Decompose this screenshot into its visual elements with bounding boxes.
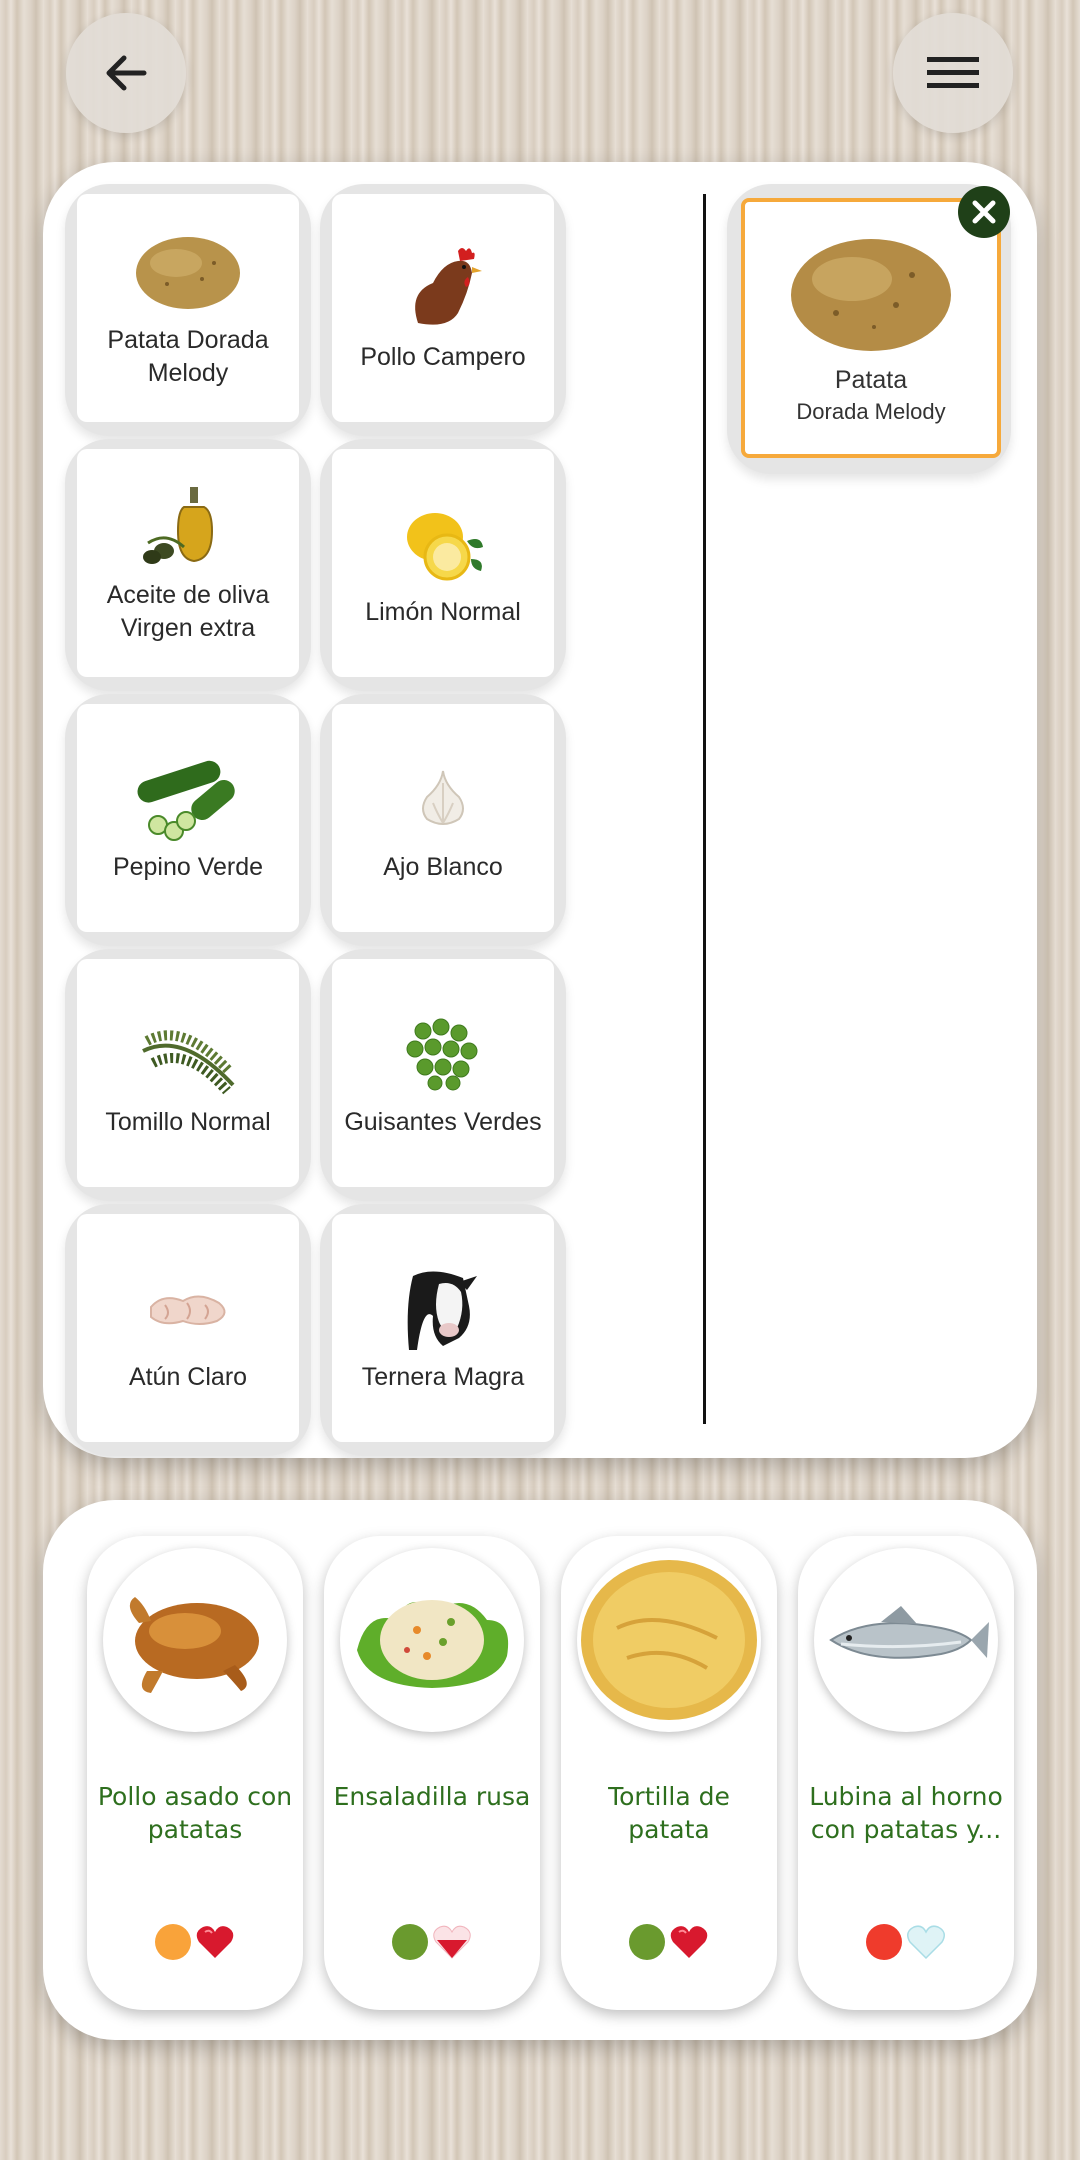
- hamburger-menu-icon: [927, 57, 979, 88]
- selected-ingredient-subtitle: Dorada Melody: [796, 399, 946, 424]
- heart-half-red-icon: [433, 1925, 471, 1959]
- recipe-photo-tortilla: [577, 1548, 761, 1732]
- garlic-icon: [383, 753, 503, 843]
- recipe-name: Pollo asado con patatas: [97, 1782, 293, 1844]
- divider: [703, 194, 706, 1424]
- cucumber-icon: [128, 753, 248, 843]
- tuna-icon: [128, 1263, 248, 1353]
- ingredient-tile-peas[interactable]: Guisantes Verdes: [320, 949, 566, 1201]
- ingredient-tile-lemon[interactable]: Limón Normal: [320, 439, 566, 691]
- thyme-icon: [128, 1008, 248, 1098]
- recipe-name: Ensaladilla rusa: [333, 1782, 531, 1811]
- score-dot: [629, 1924, 665, 1960]
- cow-icon: [383, 1263, 503, 1353]
- recipe-indicators: [561, 1924, 777, 1960]
- recipe-card[interactable]: Pollo asado con patatas: [87, 1536, 303, 2010]
- recipe-photo-ensaladilla: [340, 1548, 524, 1732]
- ingredients-panel: Patata Dorada Melody Pollo Campero Aceit…: [43, 162, 1037, 1458]
- recipe-card[interactable]: Lubina al horno con patatas y...: [798, 1536, 1014, 2010]
- recipe-indicators: [324, 1924, 540, 1960]
- back-button[interactable]: [66, 13, 186, 133]
- score-dot: [866, 1924, 902, 1960]
- ingredient-label: Guisantes Verdes: [344, 1107, 542, 1136]
- heart-light-icon: [907, 1925, 945, 1960]
- selected-ingredient-card[interactable]: Patata Dorada Melody: [741, 198, 1001, 458]
- ingredient-tile-chicken[interactable]: Pollo Campero: [320, 184, 566, 436]
- ingredient-tile-beef[interactable]: Ternera Magra: [320, 1204, 566, 1456]
- ingredient-label: Ajo Blanco: [383, 852, 503, 881]
- chicken-icon: [383, 243, 503, 333]
- score-dot: [155, 1924, 191, 1960]
- arrow-left-icon: [106, 55, 147, 91]
- menu-button[interactable]: [893, 13, 1013, 133]
- ingredient-label: Pollo Campero: [360, 342, 526, 371]
- ingredient-label: Pepino Verde: [112, 852, 264, 881]
- score-dot: [392, 1924, 428, 1960]
- ingredient-tile-garlic[interactable]: Ajo Blanco: [320, 694, 566, 946]
- recipe-indicators: [798, 1924, 1014, 1960]
- lemon-icon: [383, 498, 503, 588]
- ingredient-label: Limón Normal: [365, 597, 521, 626]
- peas-icon: [383, 1008, 503, 1098]
- recipe-card[interactable]: Ensaladilla rusa: [324, 1536, 540, 2010]
- ingredient-label: Patata Dorada Melody: [107, 326, 269, 387]
- heart-red-icon: [670, 1926, 708, 1958]
- ingredient-tile-tuna[interactable]: Atún Claro: [65, 1204, 311, 1456]
- selected-ingredient-title: Patata: [834, 366, 908, 394]
- potato-icon: [128, 226, 248, 316]
- potato-icon: [786, 231, 956, 360]
- ingredient-tile-cucumber[interactable]: Pepino Verde: [65, 694, 311, 946]
- close-icon: [972, 200, 996, 224]
- olive-oil-icon: [128, 481, 248, 571]
- ingredient-tile-olive-oil[interactable]: Aceite de oliva Virgen extra: [65, 439, 311, 691]
- recipe-photo-roast-chicken: [103, 1548, 287, 1732]
- recipe-name: Lubina al horno con patatas y...: [809, 1782, 1003, 1844]
- recipe-photo-sea-bass: [814, 1548, 998, 1732]
- recipe-name: Tortilla de patata: [608, 1782, 730, 1844]
- remove-selected-button[interactable]: [958, 186, 1010, 238]
- ingredient-label: Aceite de oliva Virgen extra: [106, 581, 270, 642]
- recipe-indicators: [87, 1924, 303, 1960]
- ingredient-tile-potato[interactable]: Patata Dorada Melody: [65, 184, 311, 436]
- recipe-card[interactable]: Tortilla de patata: [561, 1536, 777, 2010]
- ingredient-label: Ternera Magra: [361, 1362, 525, 1391]
- heart-red-icon: [196, 1926, 234, 1958]
- ingredient-label: Atún Claro: [128, 1362, 248, 1391]
- ingredient-tile-thyme[interactable]: Tomillo Normal: [65, 949, 311, 1201]
- ingredient-label: Tomillo Normal: [105, 1107, 271, 1136]
- recipes-panel: Pollo asado con patatas Ensaladilla rusa…: [43, 1500, 1037, 2040]
